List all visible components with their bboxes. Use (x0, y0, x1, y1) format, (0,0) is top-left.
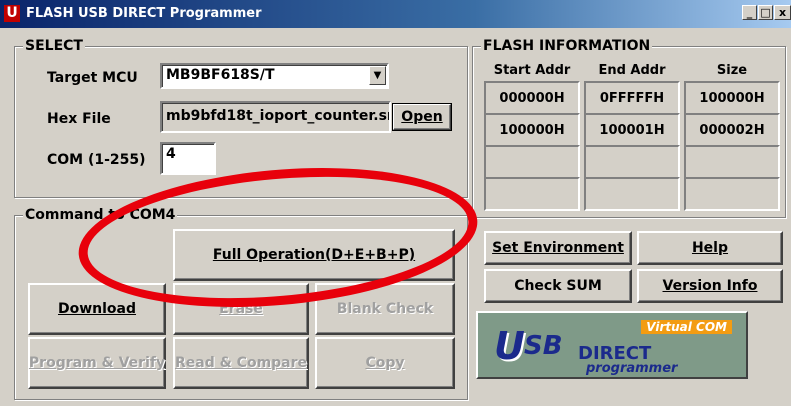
copy-button[interactable]: Copy (315, 337, 455, 389)
close-button[interactable]: x (774, 5, 791, 20)
check-sum-button[interactable]: Check SUM (484, 269, 632, 303)
app-icon: U (4, 5, 20, 22)
maximize-button[interactable]: □ (758, 5, 773, 20)
version-info-button[interactable]: Version Info (637, 269, 783, 303)
table-cell: 0FFFFFH (584, 81, 680, 115)
erase-button[interactable]: Erase (173, 283, 309, 335)
hex-file-field[interactable]: mb9bfd18t_ioport_counter.sre (160, 101, 391, 133)
table-cell (584, 145, 680, 179)
logo-sb-letters: SB (524, 331, 563, 361)
table-cell: 000000H (484, 81, 580, 115)
chevron-down-icon[interactable]: ▼ (369, 66, 386, 85)
table-cell (484, 177, 580, 211)
main-window: U FLASH USB DIRECT Programmer _ □ x SELE… (0, 0, 791, 406)
flash-info-legend: FLASH INFORMATION (481, 38, 653, 54)
usb-direct-logo: Virtual COM U SB DIRECT programmer (476, 311, 748, 379)
minimize-button[interactable]: _ (742, 5, 757, 20)
hex-file-label: Hex File (47, 111, 111, 127)
target-mcu-value: MB9BF618S/T (166, 67, 275, 83)
logo-u-letter: U (494, 324, 525, 368)
open-button[interactable]: Open (392, 103, 452, 131)
table-cell: 100000H (484, 113, 580, 147)
set-environment-button[interactable]: Set Environment (484, 231, 632, 265)
logo-programmer-text: programmer (586, 361, 678, 376)
column-header: Start Addr (493, 63, 571, 78)
help-button[interactable]: Help (637, 231, 783, 265)
select-legend: SELECT (23, 38, 85, 54)
read-compare-button[interactable]: Read & Compare (173, 337, 309, 389)
command-legend: Command to COM4 (23, 207, 178, 223)
table-cell (684, 177, 780, 211)
virtual-com-badge: Virtual COM (641, 320, 732, 334)
table-cell: 100001H (584, 113, 680, 147)
full-operation-button[interactable]: Full Operation(D+E+B+P) (173, 229, 455, 281)
download-button[interactable]: Download (28, 283, 166, 335)
table-cell (584, 177, 680, 211)
table-cell (684, 145, 780, 179)
com-label: COM (1-255) (47, 152, 146, 168)
blank-check-button[interactable]: Blank Check (315, 283, 455, 335)
table-cell: 100000H (684, 81, 780, 115)
program-verify-button[interactable]: Program & Verify (28, 337, 166, 389)
com-port-input[interactable]: 4 (160, 142, 216, 175)
title-bar[interactable]: U FLASH USB DIRECT Programmer _ □ x (0, 0, 791, 28)
column-header: End Addr (598, 63, 666, 78)
target-mcu-select[interactable]: MB9BF618S/T ▼ (160, 63, 389, 89)
target-mcu-label: Target MCU (47, 70, 138, 86)
table-cell (484, 145, 580, 179)
table-cell: 000002H (684, 113, 780, 147)
window-title: FLASH USB DIRECT Programmer (26, 6, 262, 21)
column-header: Size (716, 63, 748, 78)
